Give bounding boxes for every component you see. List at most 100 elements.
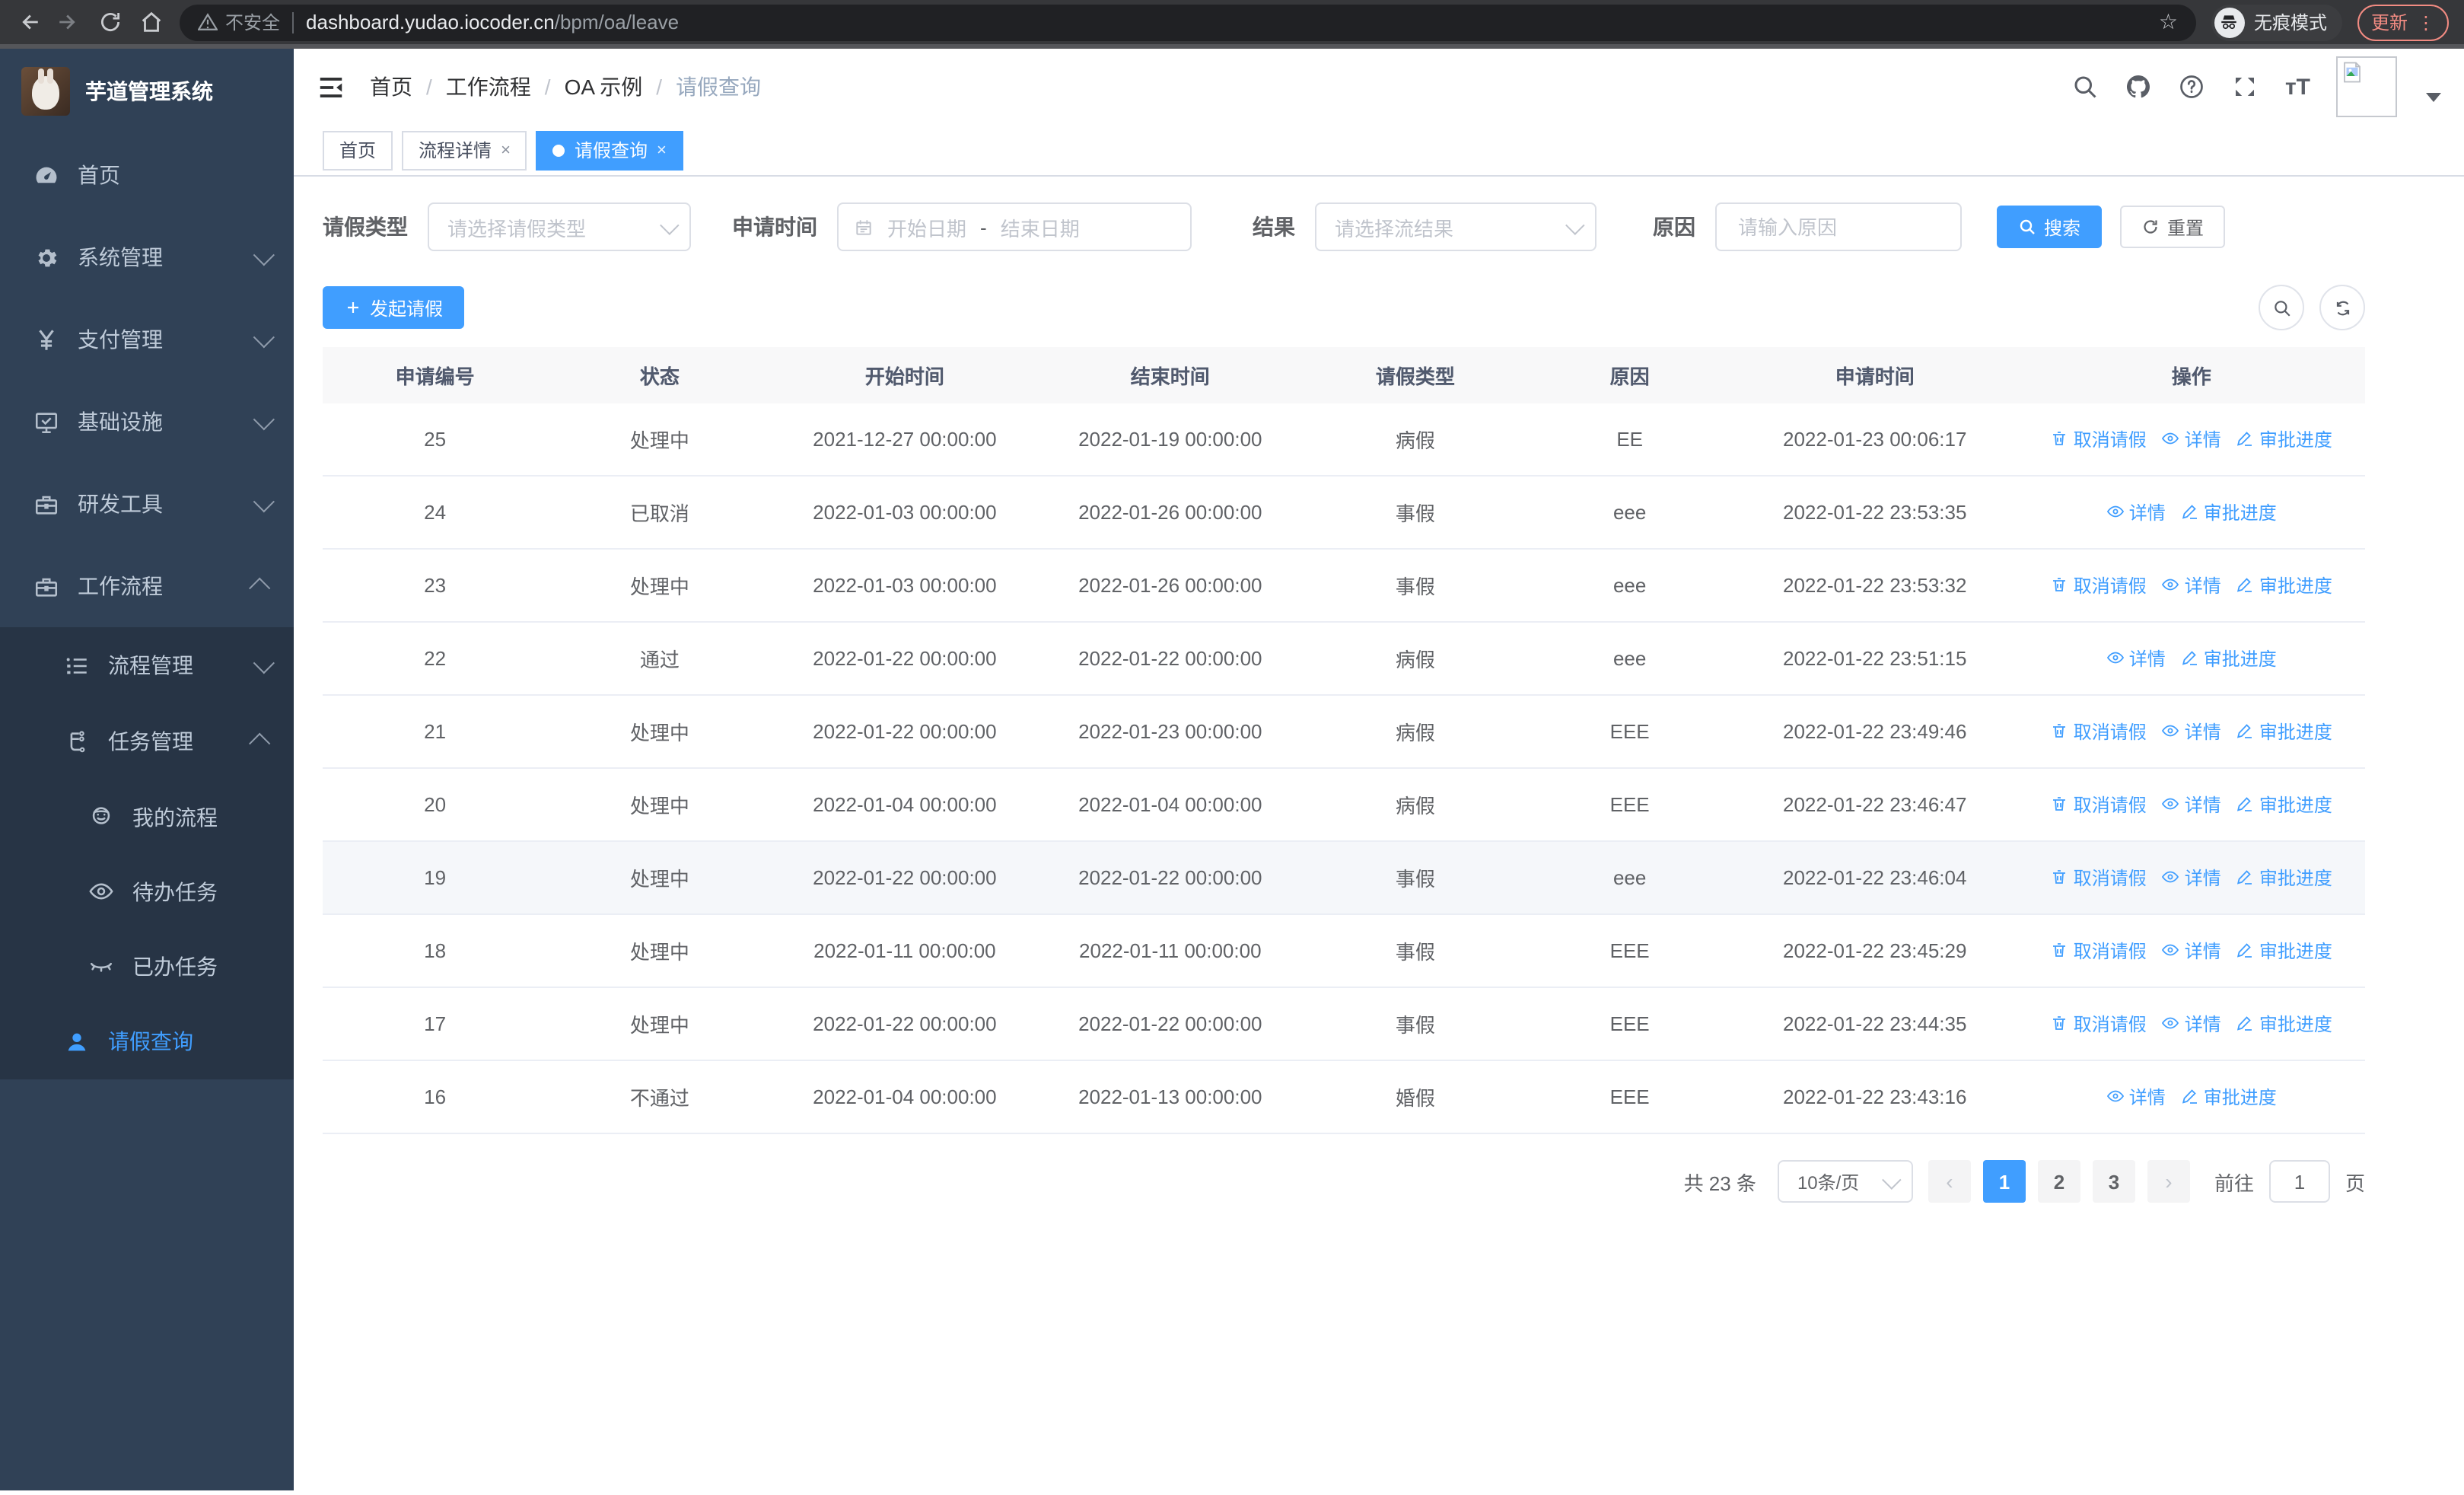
collapse-sidebar-icon[interactable] (317, 72, 345, 101)
page-button-2[interactable]: 2 (2037, 1160, 2080, 1203)
detail-action-link[interactable]: 详情 (2162, 572, 2221, 598)
close-icon[interactable]: × (501, 141, 511, 159)
search-button[interactable]: 搜索 (1997, 206, 2103, 248)
cell-status: 处理中 (547, 695, 772, 769)
sidebar-item-todo-tasks[interactable]: 待办任务 (0, 854, 294, 929)
search-icon[interactable] (2072, 73, 2099, 100)
cell-status: 处理中 (547, 549, 772, 623)
address-bar[interactable]: 不安全 dashboard.yudao.iocoder.cn/bpm/oa/le… (180, 4, 2196, 40)
sidebar-item-infra[interactable]: 基础设施 (0, 381, 294, 463)
cancel-action-link[interactable]: 取消请假 (2051, 938, 2147, 964)
sidebar-item-process-mgmt[interactable]: 流程管理 (0, 627, 294, 703)
cell-id: 22 (323, 622, 548, 696)
cell-end: 2022-01-22 00:00:00 (1037, 987, 1304, 1061)
sidebar-item-system[interactable]: 系统管理 (0, 216, 294, 298)
result-select[interactable]: 请选择流结果 (1315, 202, 1597, 251)
chevron-down-icon (253, 244, 275, 266)
cancel-action-link[interactable]: 取消请假 (2051, 1011, 2147, 1037)
cell-end: 2022-01-22 00:00:00 (1037, 841, 1304, 915)
sidebar-item-devtools[interactable]: 研发工具 (0, 463, 294, 545)
cell-start: 2021-12-27 00:00:00 (772, 403, 1038, 477)
sidebar-item-payment[interactable]: 支付管理 (0, 298, 294, 381)
refresh-table-button[interactable] (2319, 285, 2365, 330)
detail-action-link[interactable]: 详情 (2162, 938, 2221, 964)
page-button-3[interactable]: 3 (2092, 1160, 2135, 1203)
progress-action-link[interactable]: 审批进度 (2236, 938, 2332, 964)
progress-action-link[interactable]: 审批进度 (2236, 1011, 2332, 1037)
close-icon[interactable]: × (657, 141, 667, 159)
chevron-down-icon (253, 652, 275, 674)
cell-start: 2022-01-22 00:00:00 (772, 987, 1038, 1061)
progress-action-link[interactable]: 审批进度 (2236, 426, 2332, 452)
tab-leave-query[interactable]: 请假查询 × (536, 130, 683, 170)
progress-action-link[interactable]: 审批进度 (2236, 719, 2332, 744)
sidebar-item-task-mgmt[interactable]: 任务管理 (0, 703, 294, 779)
avatar-dropdown-caret[interactable] (2426, 93, 2441, 102)
next-page-button[interactable]: › (2147, 1160, 2190, 1203)
cell-id: 16 (323, 1060, 548, 1134)
goto-page-input[interactable] (2268, 1160, 2330, 1203)
breadcrumb-oa-demo[interactable]: OA 示例 (565, 72, 643, 102)
progress-action-link[interactable]: 审批进度 (2236, 572, 2332, 598)
progress-action-link[interactable]: 审批进度 (2181, 1084, 2277, 1110)
cancel-action-link[interactable]: 取消请假 (2051, 426, 2147, 452)
url-text: dashboard.yudao.iocoder.cn/bpm/oa/leave (306, 11, 680, 33)
sidebar-item-leave-query[interactable]: 请假查询 (0, 1003, 294, 1079)
font-size-icon[interactable]: тT (2285, 74, 2310, 100)
detail-action-link[interactable]: 详情 (2162, 865, 2221, 891)
breadcrumb-workflow[interactable]: 工作流程 (446, 72, 531, 102)
detail-action-link[interactable]: 详情 (2162, 426, 2221, 452)
detail-action-link[interactable]: 详情 (2106, 645, 2166, 671)
bookmark-star-icon[interactable]: ☆ (2159, 9, 2178, 35)
progress-action-link[interactable]: 审批进度 (2236, 792, 2332, 818)
page-button-1[interactable]: 1 (1982, 1160, 2026, 1203)
sidebar-item-home[interactable]: 首页 (0, 134, 294, 216)
page-size-select[interactable]: 10条/页 (1777, 1160, 1913, 1203)
create-leave-button[interactable]: 发起请假 (323, 286, 465, 329)
reason-label: 原因 (1653, 215, 1695, 239)
toggle-search-button[interactable] (2259, 285, 2304, 330)
prev-page-button[interactable]: ‹ (1928, 1160, 1971, 1203)
end-date-placeholder: 结束日期 (1000, 217, 1080, 240)
cancel-action-link[interactable]: 取消请假 (2051, 792, 2147, 818)
tab-process-detail[interactable]: 流程详情 × (402, 130, 527, 170)
leave-type-select[interactable]: 请选择请假类型 (428, 202, 691, 251)
breadcrumb-home[interactable]: 首页 (370, 72, 412, 102)
detail-action-link[interactable]: 详情 (2162, 719, 2221, 744)
tab-home[interactable]: 首页 (323, 130, 393, 170)
progress-action-link[interactable]: 审批进度 (2181, 645, 2277, 671)
help-icon[interactable] (2179, 73, 2206, 100)
cancel-action-link[interactable]: 取消请假 (2051, 572, 2147, 598)
detail-action-link[interactable]: 详情 (2106, 1084, 2166, 1110)
reset-button[interactable]: 重置 (2120, 206, 2226, 248)
sidebar-item-workflow[interactable]: 工作流程 (0, 545, 294, 627)
avatar[interactable] (2336, 56, 2397, 117)
table-row: 21 处理中 2022-01-22 00:00:00 2022-01-23 00:00… (323, 695, 2365, 769)
table-row: 22 通过 2022-01-22 00:00:00 2022-01-22 00:00:… (323, 622, 2365, 696)
back-icon[interactable] (15, 9, 41, 35)
browser-menu-dots-icon[interactable]: ⋮ (2417, 11, 2435, 33)
reason-input[interactable] (1735, 214, 1942, 240)
sidebar-item-my-process[interactable]: 我的流程 (0, 779, 294, 854)
progress-action-link[interactable]: 审批进度 (2236, 865, 2332, 891)
detail-action-link[interactable]: 详情 (2162, 1011, 2221, 1037)
update-button[interactable]: 更新 ⋮ (2357, 4, 2449, 40)
cell-end: 2022-01-13 00:00:00 (1037, 1060, 1304, 1134)
leave-type-label: 请假类型 (323, 215, 408, 239)
sidebar-item-done-tasks[interactable]: 已办任务 (0, 929, 294, 1003)
detail-action-link[interactable]: 详情 (2106, 499, 2166, 525)
progress-action-link[interactable]: 审批进度 (2181, 499, 2277, 525)
cancel-action-link[interactable]: 取消请假 (2051, 719, 2147, 744)
cancel-action-link[interactable]: 取消请假 (2051, 865, 2147, 891)
fullscreen-icon[interactable] (2232, 73, 2259, 100)
cell-status: 处理中 (547, 914, 772, 988)
github-icon[interactable] (2125, 73, 2153, 100)
reload-icon[interactable] (97, 9, 123, 35)
security-indicator[interactable]: 不安全 (198, 9, 280, 35)
home-icon[interactable] (138, 9, 164, 35)
detail-action-link[interactable]: 详情 (2162, 792, 2221, 818)
apply-time-range-picker[interactable]: 开始日期 - 结束日期 (837, 202, 1192, 251)
forward-icon[interactable] (56, 9, 82, 35)
chevron-up-icon (249, 577, 271, 599)
col-end-time: 结束时间 (1037, 347, 1304, 403)
